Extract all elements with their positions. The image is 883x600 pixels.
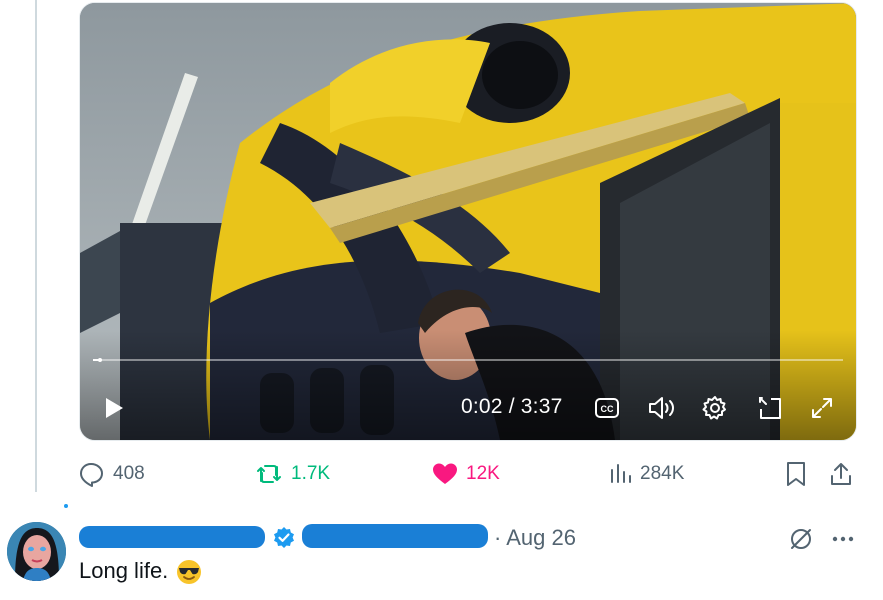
picture-in-picture-button[interactable]	[755, 392, 785, 424]
smiling-face-with-sunglasses-emoji	[177, 560, 202, 585]
views-icon	[611, 464, 631, 483]
heart-icon	[433, 463, 457, 484]
video-controls-gradient	[80, 330, 856, 440]
bookmark-icon	[787, 462, 805, 486]
more-options-button[interactable]	[828, 524, 858, 554]
svg-text:CC: CC	[601, 404, 614, 414]
thread-dot	[64, 504, 68, 508]
post-text-content: Long life.	[79, 558, 169, 583]
grok-button[interactable]	[786, 524, 816, 554]
repost-count: 1.7K	[291, 463, 331, 484]
fullscreen-icon	[812, 398, 832, 418]
video-duration: 3:37	[520, 395, 563, 418]
views-button[interactable]: 284K	[608, 456, 684, 492]
reply-icon	[80, 463, 103, 487]
view-count: 284K	[640, 463, 685, 484]
volume-icon	[649, 397, 674, 419]
like-button[interactable]: 12K	[432, 456, 500, 492]
grok-icon	[791, 529, 811, 549]
video-time-separator: /	[502, 395, 521, 418]
repost-icon	[257, 465, 281, 483]
avatar-image	[7, 522, 66, 581]
post-meta[interactable]: · Aug 26	[494, 525, 576, 551]
repost-button[interactable]: 1.7K	[255, 456, 330, 492]
verified-badge-icon	[274, 527, 294, 548]
video-player[interactable]: 0:02 / 3:37 CC	[79, 2, 857, 441]
reply-count: 408	[113, 463, 145, 484]
bookmark-button[interactable]	[785, 456, 807, 492]
play-icon	[106, 398, 123, 418]
thread-line	[35, 0, 37, 492]
closed-captions-icon: CC	[595, 398, 619, 418]
captions-button[interactable]: CC	[592, 392, 622, 424]
like-count: 12K	[466, 463, 500, 484]
reply-button[interactable]: 408	[79, 456, 145, 492]
video-timestamp: 0:02 / 3:37	[461, 395, 562, 419]
fullscreen-button[interactable]	[807, 392, 837, 424]
redacted-handle	[302, 524, 488, 548]
post-action-bar: 408 1.7K 12K 284K	[79, 456, 855, 492]
volume-button[interactable]	[646, 392, 678, 424]
settings-button[interactable]	[700, 392, 730, 424]
share-icon	[831, 463, 851, 485]
picture-in-picture-icon	[759, 397, 781, 419]
redacted-display-name	[79, 526, 265, 548]
verified-badge	[272, 526, 296, 550]
video-progress-thumb[interactable]	[97, 358, 102, 362]
avatar[interactable]	[7, 522, 66, 581]
video-progress-bar[interactable]	[93, 358, 843, 362]
video-current-time: 0:02	[461, 395, 503, 418]
settings-icon	[702, 396, 726, 420]
share-button[interactable]	[829, 456, 853, 492]
more-icon	[832, 536, 854, 542]
play-button[interactable]	[100, 392, 128, 424]
post-text: Long life.	[79, 558, 202, 585]
